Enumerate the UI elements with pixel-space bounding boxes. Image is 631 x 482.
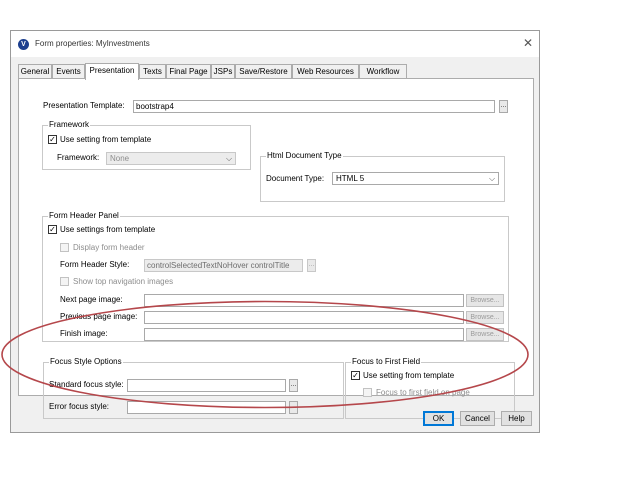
use-settings-from-template-checkbox[interactable]: ✓: [48, 225, 57, 234]
finish-image-label: Finish image:: [60, 329, 108, 338]
form-header-panel-title: Form Header Panel: [48, 211, 120, 221]
next-page-image-label: Next page image:: [60, 295, 123, 304]
display-form-header-label: Display form header: [73, 243, 145, 252]
presentation-template-browse-button[interactable]: ...: [499, 100, 508, 113]
focus-to-first-field-on-page-label: Focus to first field on page: [376, 388, 470, 397]
help-button[interactable]: Help: [501, 411, 532, 426]
focus-to-first-field-title: Focus to First Field: [351, 357, 422, 367]
ok-button[interactable]: OK: [423, 411, 454, 426]
previous-page-image-label: Previous page image:: [60, 312, 138, 321]
next-page-image-input[interactable]: [144, 294, 464, 307]
cancel-button[interactable]: Cancel: [460, 411, 495, 426]
title-bar: V Form properties: MyInvestments ✕: [11, 31, 539, 57]
focus-style-options-title: Focus Style Options: [49, 357, 123, 367]
previous-page-image-input[interactable]: [144, 311, 464, 324]
focus-to-first-field-on-page-checkbox[interactable]: [363, 388, 372, 397]
document-type-select[interactable]: HTML 5 ⌵: [332, 172, 499, 185]
error-focus-style-browse-button[interactable]: ...: [289, 401, 298, 414]
window-title: Form properties: MyInvestments: [35, 39, 150, 48]
display-form-header-checkbox[interactable]: [60, 243, 69, 252]
focus-style-options-group: Focus Style Options Standard focus style…: [43, 357, 344, 419]
html-document-type-group-title: Html Document Type: [266, 151, 343, 161]
focus-use-setting-from-template-checkbox[interactable]: ✓: [351, 371, 360, 380]
next-page-image-browse-button[interactable]: Browse...: [466, 294, 504, 307]
app-logo-icon: V: [18, 39, 29, 50]
framework-label: Framework:: [57, 153, 100, 162]
framework-group-title: Framework: [48, 120, 91, 130]
tab-events[interactable]: Events: [52, 64, 85, 79]
html-document-type-group: Html Document Type Document Type: HTML 5…: [260, 151, 505, 202]
close-icon[interactable]: ✕: [523, 36, 533, 50]
form-header-style-label: Form Header Style:: [60, 260, 130, 269]
chevron-down-icon: ⌵: [488, 174, 496, 183]
form-header-style-input[interactable]: controlSelectedTextNoHover controlTitle: [144, 259, 303, 272]
standard-focus-style-browse-button[interactable]: ...: [289, 379, 298, 392]
tab-web-resources[interactable]: Web Resources: [292, 64, 359, 79]
focus-use-setting-from-template-label: Use setting from template: [363, 371, 455, 380]
framework-select[interactable]: None ⌵: [106, 152, 236, 165]
form-header-style-browse-button[interactable]: ...: [307, 259, 316, 272]
framework-select-value: None: [110, 154, 130, 163]
previous-page-image-browse-button[interactable]: Browse...: [466, 311, 504, 324]
document-type-label: Document Type:: [266, 174, 325, 183]
form-properties-dialog: V Form properties: MyInvestments ✕ Gener…: [10, 30, 540, 433]
presentation-template-label: Presentation Template:: [43, 101, 125, 110]
presentation-tab-panel: Presentation Template: bootstrap4 ... Fr…: [18, 78, 534, 419]
presentation-template-input[interactable]: bootstrap4: [133, 100, 495, 113]
tab-save-restore[interactable]: Save/Restore: [235, 64, 292, 79]
finish-image-input[interactable]: [144, 328, 464, 341]
tab-texts[interactable]: Texts: [139, 64, 166, 79]
framework-group: Framework ✓ Use setting from template Fr…: [42, 120, 251, 170]
tab-workflow[interactable]: Workflow: [359, 64, 407, 79]
tab-presentation[interactable]: Presentation: [85, 63, 139, 80]
finish-image-browse-button[interactable]: Browse...: [466, 328, 504, 341]
document-type-select-value: HTML 5: [336, 174, 365, 183]
standard-focus-style-input[interactable]: [127, 379, 286, 392]
use-setting-from-template-label: Use setting from template: [60, 135, 152, 144]
error-focus-style-label: Error focus style:: [49, 402, 110, 411]
tab-jsps[interactable]: JSPs: [211, 64, 235, 79]
error-focus-style-input[interactable]: [127, 401, 286, 414]
form-header-panel-group: Form Header Panel ✓ Use settings from te…: [42, 211, 509, 342]
use-setting-from-template-checkbox[interactable]: ✓: [48, 135, 57, 144]
tab-general[interactable]: General: [18, 64, 52, 79]
standard-focus-style-label: Standard focus style:: [49, 380, 124, 389]
tab-final-page[interactable]: Final Page: [166, 64, 211, 79]
show-top-navigation-images-label: Show top navigation images: [73, 277, 174, 286]
show-top-navigation-images-checkbox[interactable]: [60, 277, 69, 286]
use-settings-from-template-label: Use settings from template: [60, 225, 156, 234]
chevron-down-icon: ⌵: [225, 154, 233, 163]
